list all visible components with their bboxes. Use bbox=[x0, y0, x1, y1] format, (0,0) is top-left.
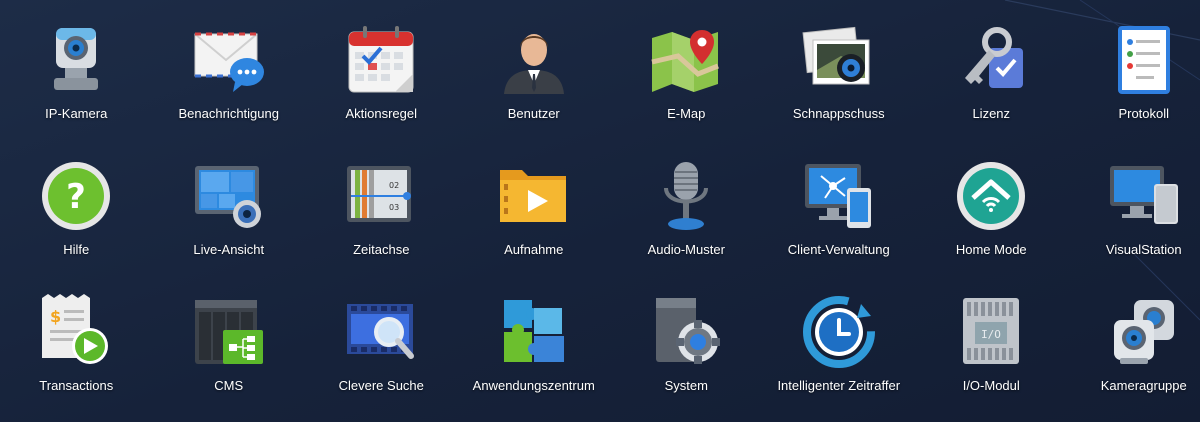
app-label: Clevere Suche bbox=[338, 378, 424, 393]
svg-text:02: 02 bbox=[389, 181, 399, 190]
app-zeitachse[interactable]: 02 03 Zeitachse bbox=[305, 136, 458, 272]
app-grid: IP-Kamera Benachrichtigung Aktionsregel … bbox=[0, 0, 1200, 422]
app-label: I/O-Modul bbox=[962, 378, 1020, 393]
camera-group-icon bbox=[1106, 294, 1182, 370]
app-label: Zeitachse bbox=[353, 242, 410, 257]
visualstation-icon bbox=[1106, 158, 1182, 234]
app-label: Client-Verwaltung bbox=[787, 242, 890, 257]
app-label: Benutzer bbox=[507, 106, 560, 121]
client-devices-icon bbox=[801, 158, 877, 234]
notification-envelope-icon bbox=[191, 22, 267, 98]
app-label: E-Map bbox=[667, 106, 706, 121]
transactions-icon: $ bbox=[38, 294, 114, 370]
app-label: Schnappschuss bbox=[792, 106, 885, 121]
app-label: VisualStation bbox=[1105, 242, 1182, 257]
app-label: Anwendungszentrum bbox=[472, 378, 595, 393]
io-module-icon: I/O bbox=[953, 294, 1029, 370]
time-lapse-icon bbox=[801, 294, 877, 370]
app-anwendungszentrum[interactable]: Anwendungszentrum bbox=[458, 272, 611, 408]
app-label: Lizenz bbox=[972, 106, 1011, 121]
app-home-mode[interactable]: Home Mode bbox=[915, 136, 1068, 272]
app-e-map[interactable]: E-Map bbox=[610, 0, 763, 136]
app-aktionsregel[interactable]: Aktionsregel bbox=[305, 0, 458, 136]
app-benutzer[interactable]: Benutzer bbox=[458, 0, 611, 136]
ip-camera-icon bbox=[38, 22, 114, 98]
microphone-icon bbox=[648, 158, 724, 234]
app-label: Aufnahme bbox=[504, 242, 564, 257]
app-visualstation[interactable]: VisualStation bbox=[1068, 136, 1200, 272]
timeline-icon: 02 03 bbox=[343, 158, 419, 234]
app-label: IP-Kamera bbox=[45, 106, 108, 121]
app-protokoll[interactable]: Protokoll bbox=[1068, 0, 1200, 136]
system-gear-icon bbox=[648, 294, 724, 370]
app-label: System bbox=[664, 378, 708, 393]
app-benachrichtigung[interactable]: Benachrichtigung bbox=[153, 0, 306, 136]
live-view-icon bbox=[191, 158, 267, 234]
smart-search-icon bbox=[343, 294, 419, 370]
app-label: Audio-Muster bbox=[647, 242, 725, 257]
app-io-modul[interactable]: I/O I/O-Modul bbox=[915, 272, 1068, 408]
app-kameragruppe[interactable]: Kameragruppe bbox=[1068, 272, 1200, 408]
app-audio-muster[interactable]: Audio-Muster bbox=[610, 136, 763, 272]
user-icon bbox=[496, 22, 572, 98]
app-label: Transactions bbox=[39, 378, 114, 393]
home-mode-icon bbox=[953, 158, 1029, 234]
app-system[interactable]: System bbox=[610, 272, 763, 408]
snapshot-icon bbox=[801, 22, 877, 98]
app-clevere-suche[interactable]: Clevere Suche bbox=[305, 272, 458, 408]
app-label: Intelligenter Zeitraffer bbox=[777, 378, 901, 393]
app-label: Kameragruppe bbox=[1100, 378, 1187, 393]
calendar-rule-icon bbox=[343, 22, 419, 98]
app-intelligenter-zeitraffer[interactable]: Intelligenter Zeitraffer bbox=[763, 272, 916, 408]
app-label: CMS bbox=[214, 378, 244, 393]
svg-text:I/O: I/O bbox=[981, 328, 1001, 341]
app-live-ansicht[interactable]: Live-Ansicht bbox=[153, 136, 306, 272]
help-icon: ? bbox=[38, 158, 114, 234]
app-cms[interactable]: CMS bbox=[153, 272, 306, 408]
app-label: Benachrichtigung bbox=[178, 106, 279, 121]
app-label: Hilfe bbox=[63, 242, 90, 257]
app-label: Aktionsregel bbox=[345, 106, 418, 121]
log-list-icon bbox=[1106, 22, 1182, 98]
svg-text:$: $ bbox=[50, 307, 61, 326]
puzzle-icon bbox=[496, 294, 572, 370]
app-schnappschuss[interactable]: Schnappschuss bbox=[763, 0, 916, 136]
recording-folder-icon bbox=[496, 158, 572, 234]
app-label: Protokoll bbox=[1118, 106, 1170, 121]
app-label: Live-Ansicht bbox=[193, 242, 265, 257]
app-aufnahme[interactable]: Aufnahme bbox=[458, 136, 611, 272]
app-lizenz[interactable]: Lizenz bbox=[915, 0, 1068, 136]
app-ip-kamera[interactable]: IP-Kamera bbox=[0, 0, 153, 136]
app-hilfe[interactable]: ? Hilfe bbox=[0, 136, 153, 272]
map-pin-icon bbox=[648, 22, 724, 98]
app-client-verwaltung[interactable]: Client-Verwaltung bbox=[763, 136, 916, 272]
svg-text:03: 03 bbox=[389, 203, 399, 212]
app-transactions[interactable]: $ Transactions bbox=[0, 272, 153, 408]
license-key-icon bbox=[953, 22, 1029, 98]
svg-text:?: ? bbox=[66, 177, 86, 217]
app-label: Home Mode bbox=[955, 242, 1027, 257]
cms-icon bbox=[191, 294, 267, 370]
